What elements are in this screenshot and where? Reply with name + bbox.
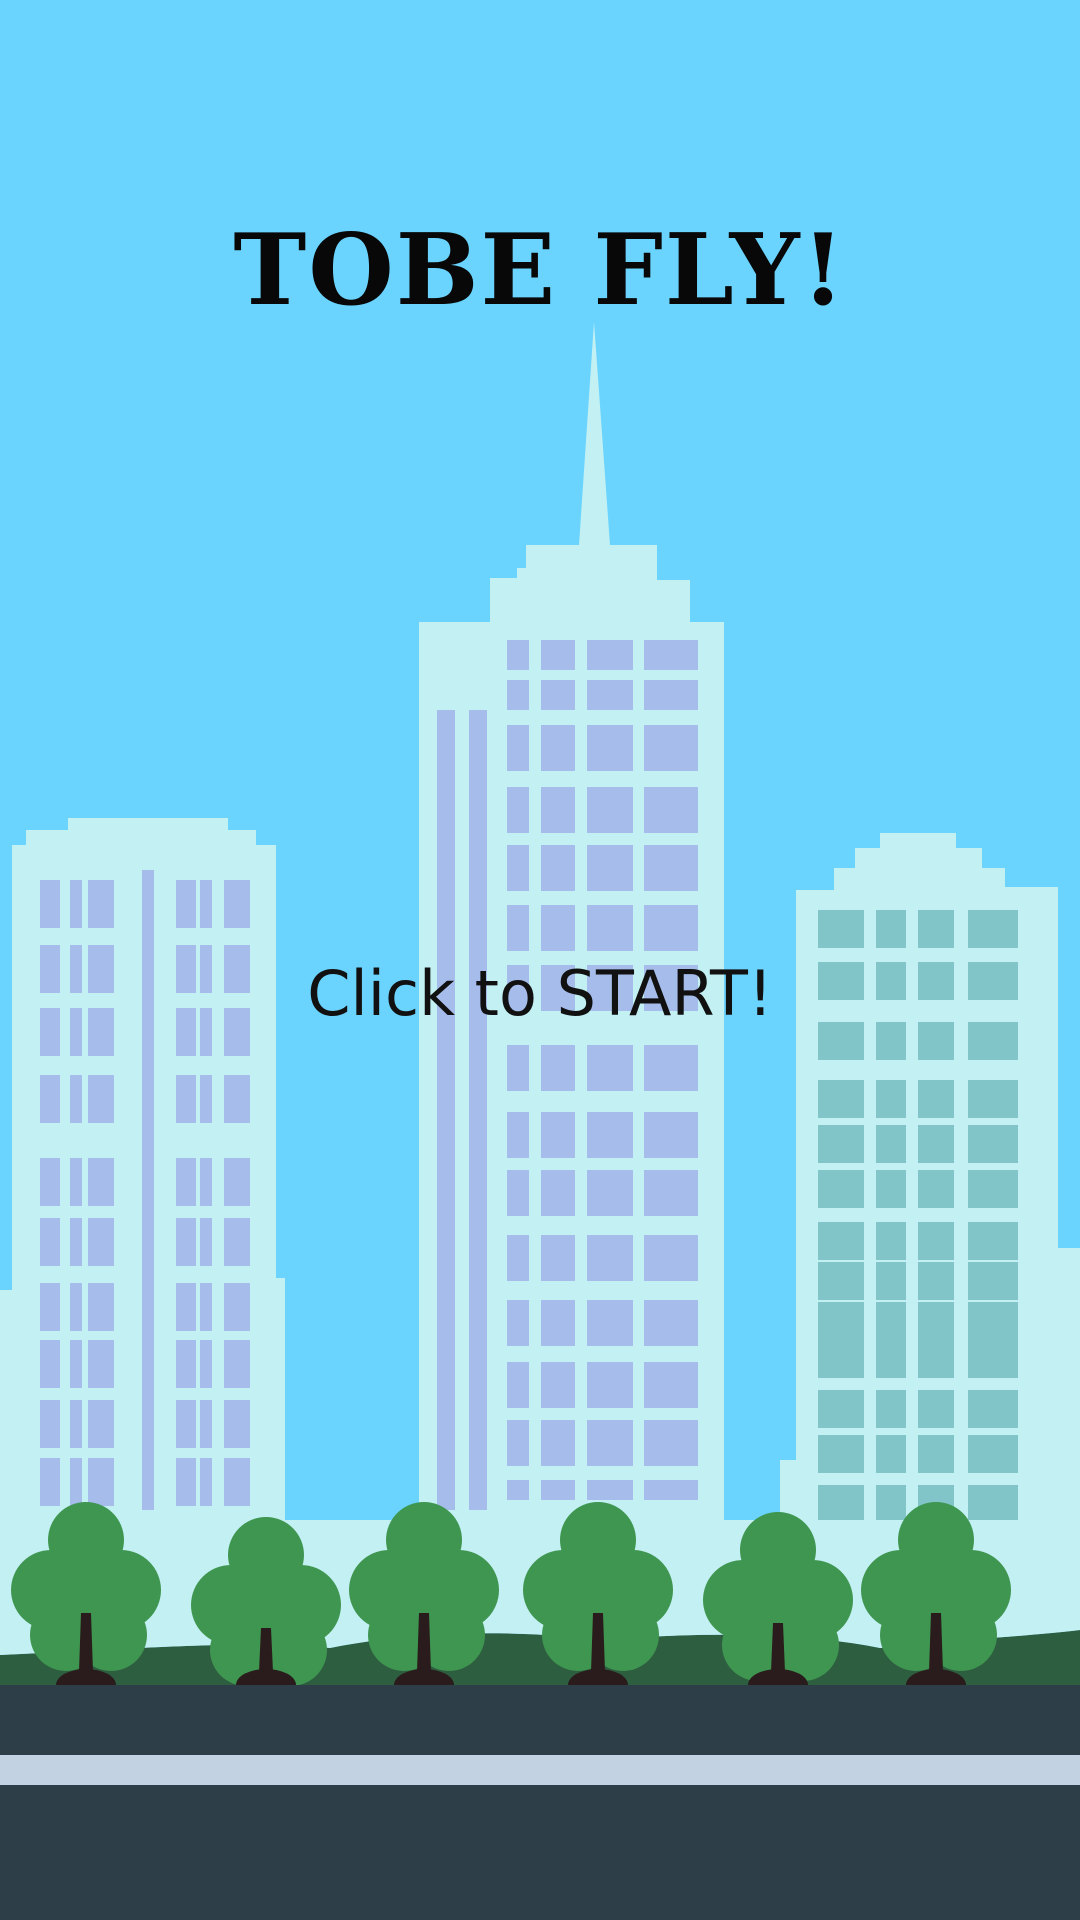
start-prompt[interactable]: Click to START! [0,963,1080,1025]
left-building [0,818,285,1520]
game-canvas[interactable]: TOBE FLY! Click to START! [0,0,1080,1920]
road-stripe [0,1755,1080,1785]
road [0,1685,1080,1920]
right-building [780,833,1080,1530]
game-title: TOBE FLY! [233,213,847,328]
